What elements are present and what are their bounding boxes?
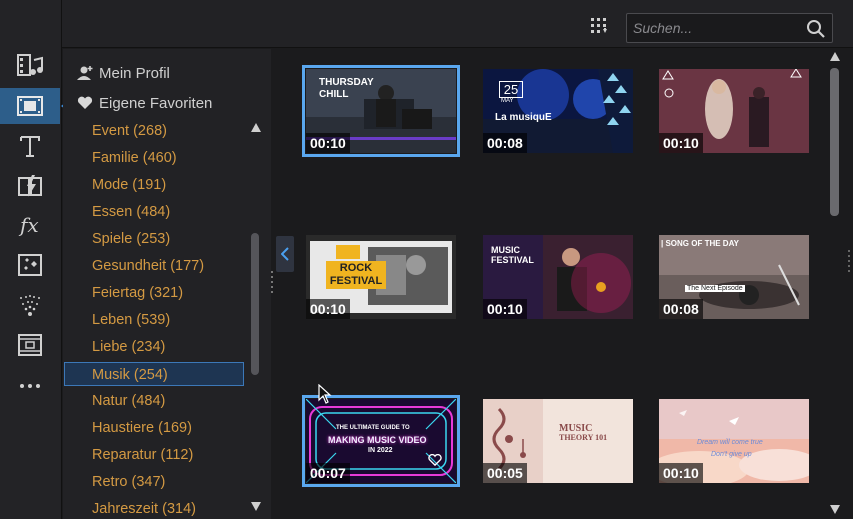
duration-label: 00:08 [483, 133, 527, 153]
category-item[interactable]: Familie (460) [63, 146, 244, 170]
template-thumbnail[interactable]: 00:10 [659, 69, 809, 153]
top-toolbar [62, 0, 853, 48]
rail-media[interactable] [0, 47, 60, 83]
svg-text:fx: fx [18, 213, 39, 237]
thumbnail-title: THURSDAY CHILL [319, 77, 374, 100]
thumbnail-title: ROCK FESTIVAL [326, 261, 386, 289]
profile-download-icon [75, 65, 95, 81]
rail-particles[interactable] [0, 287, 60, 323]
overlay-icon [18, 254, 42, 276]
left-tool-rail: fx [0, 0, 69, 519]
video-templates-icon [17, 96, 43, 116]
category-item[interactable]: Spiele (253) [63, 227, 244, 251]
template-grid: THURSDAY CHILL 00:10 25 MAY La musiquE 00:08… [295, 49, 835, 519]
mouse-cursor-icon [318, 384, 332, 404]
more-icon [20, 384, 40, 388]
particle-icon [20, 295, 40, 316]
thumbnail-title: | SONG OF THE DAY [661, 239, 739, 248]
rail-overlays[interactable] [0, 247, 60, 283]
category-item[interactable]: Feiertag (321) [63, 281, 244, 305]
grid-view-icon[interactable] [590, 17, 610, 37]
rail-video-templates[interactable] [0, 88, 69, 124]
search-input[interactable] [633, 18, 793, 38]
grid-scrollbar[interactable] [829, 52, 841, 514]
rail-more[interactable] [0, 368, 60, 404]
search-box [626, 13, 833, 43]
thumbnail-title: Dream will come true [697, 439, 763, 446]
category-item[interactable]: Jahreszeit (314) [63, 497, 244, 519]
duration-label: 00:10 [483, 299, 527, 319]
grid-scroll-down-arrow[interactable] [830, 505, 840, 514]
thumbnail-title: MUSIC FESTIVAL [491, 245, 534, 265]
duration-label: 00:10 [659, 133, 703, 153]
duration-label: 00:08 [659, 299, 703, 319]
category-item[interactable]: Event (268) [63, 119, 244, 143]
scroll-down-arrow[interactable] [251, 502, 261, 511]
favorites-item[interactable]: Eigene Favoriten [75, 92, 212, 114]
thumbnail-date-month: MAY [501, 98, 514, 104]
template-thumbnail[interactable]: 25 MAY La musiquE 00:08 [483, 69, 633, 153]
category-item-selected[interactable]: Musik (254) [64, 362, 244, 386]
chevron-left-icon [281, 247, 289, 261]
category-item[interactable]: Mode (191) [63, 173, 244, 197]
thumbnail-extra-text: IN 2022 [368, 447, 393, 454]
template-thumbnail[interactable]: THE ULTIMATE GUIDE TO MAKING MUSIC VIDEO I… [302, 395, 460, 487]
thumbnail-title: La musiquE [495, 112, 552, 123]
category-item[interactable]: Liebe (234) [63, 335, 244, 359]
right-edge-grip[interactable] [848, 250, 851, 272]
category-item[interactable]: Reparatur (112) [63, 443, 244, 467]
scroll-thumb[interactable] [251, 233, 259, 375]
media-icon [17, 54, 43, 76]
template-thumbnail[interactable]: | SONG OF THE DAY The Next Episode 00:08 [659, 235, 809, 319]
category-scrollbar[interactable] [249, 121, 263, 513]
thumbnail-subtitle: Don't give up [711, 451, 752, 458]
thumbnail-title: THE ULTIMATE GUIDE TO [336, 425, 410, 431]
category-item[interactable]: Retro (347) [63, 470, 244, 494]
category-item[interactable]: Natur (484) [63, 389, 244, 413]
thumbnail-date-day: 25 [499, 81, 523, 98]
duration-label: 00:10 [659, 463, 703, 483]
duration-label: 00:05 [483, 463, 527, 483]
category-item[interactable]: Haustiere (169) [63, 416, 244, 440]
pip-frame-icon [18, 334, 42, 356]
duration-label: 00:10 [306, 133, 350, 153]
template-thumbnail[interactable]: THURSDAY CHILL 00:10 [302, 65, 460, 157]
heart-icon [75, 96, 95, 110]
rail-pip-objects[interactable] [0, 327, 60, 363]
category-item[interactable]: Essen (484) [63, 200, 244, 224]
transition-icon [18, 175, 42, 197]
collapse-panel-button[interactable] [276, 236, 294, 272]
grid-scroll-thumb[interactable] [830, 68, 839, 216]
duration-label: 00:10 [306, 299, 350, 319]
category-item[interactable]: Gesundheit (177) [63, 254, 244, 278]
thumbnail-subtitle: MAKING MUSIC VIDEO [328, 435, 427, 445]
scroll-up-arrow[interactable] [251, 123, 261, 132]
duration-label: 00:07 [306, 463, 350, 483]
category-panel: Mein Profil Eigene Favoriten Event (268)… [63, 49, 271, 519]
template-thumbnail[interactable]: ROCK FESTIVAL 00:10 [306, 235, 456, 319]
my-profile-label: Mein Profil [99, 64, 170, 82]
favorite-heart-icon[interactable] [428, 453, 442, 471]
effects-fx-icon: fx [18, 213, 39, 237]
my-profile-item[interactable]: Mein Profil [75, 62, 170, 84]
title-text-icon [20, 136, 40, 157]
template-thumbnail[interactable]: MUSIC FESTIVAL 00:10 [483, 235, 633, 319]
favorites-label: Eigene Favoriten [99, 94, 213, 112]
splitter-grip[interactable] [271, 271, 274, 293]
search-icon[interactable] [806, 19, 826, 39]
thumbnail-subtitle: The Next Episode [685, 285, 745, 292]
template-thumbnail[interactable]: Dream will come true Don't give up 00:10 [659, 399, 809, 483]
rail-effects[interactable]: fx [0, 207, 60, 243]
grid-scroll-up-arrow[interactable] [830, 52, 840, 61]
template-thumbnail[interactable]: MUSIC THEORY 101 00:05 [483, 399, 633, 483]
thumbnail-subtitle: THEORY 101 [559, 433, 608, 442]
category-item[interactable]: Leben (539) [63, 308, 244, 332]
rail-transitions[interactable] [0, 168, 60, 204]
rail-titles[interactable] [0, 128, 60, 164]
